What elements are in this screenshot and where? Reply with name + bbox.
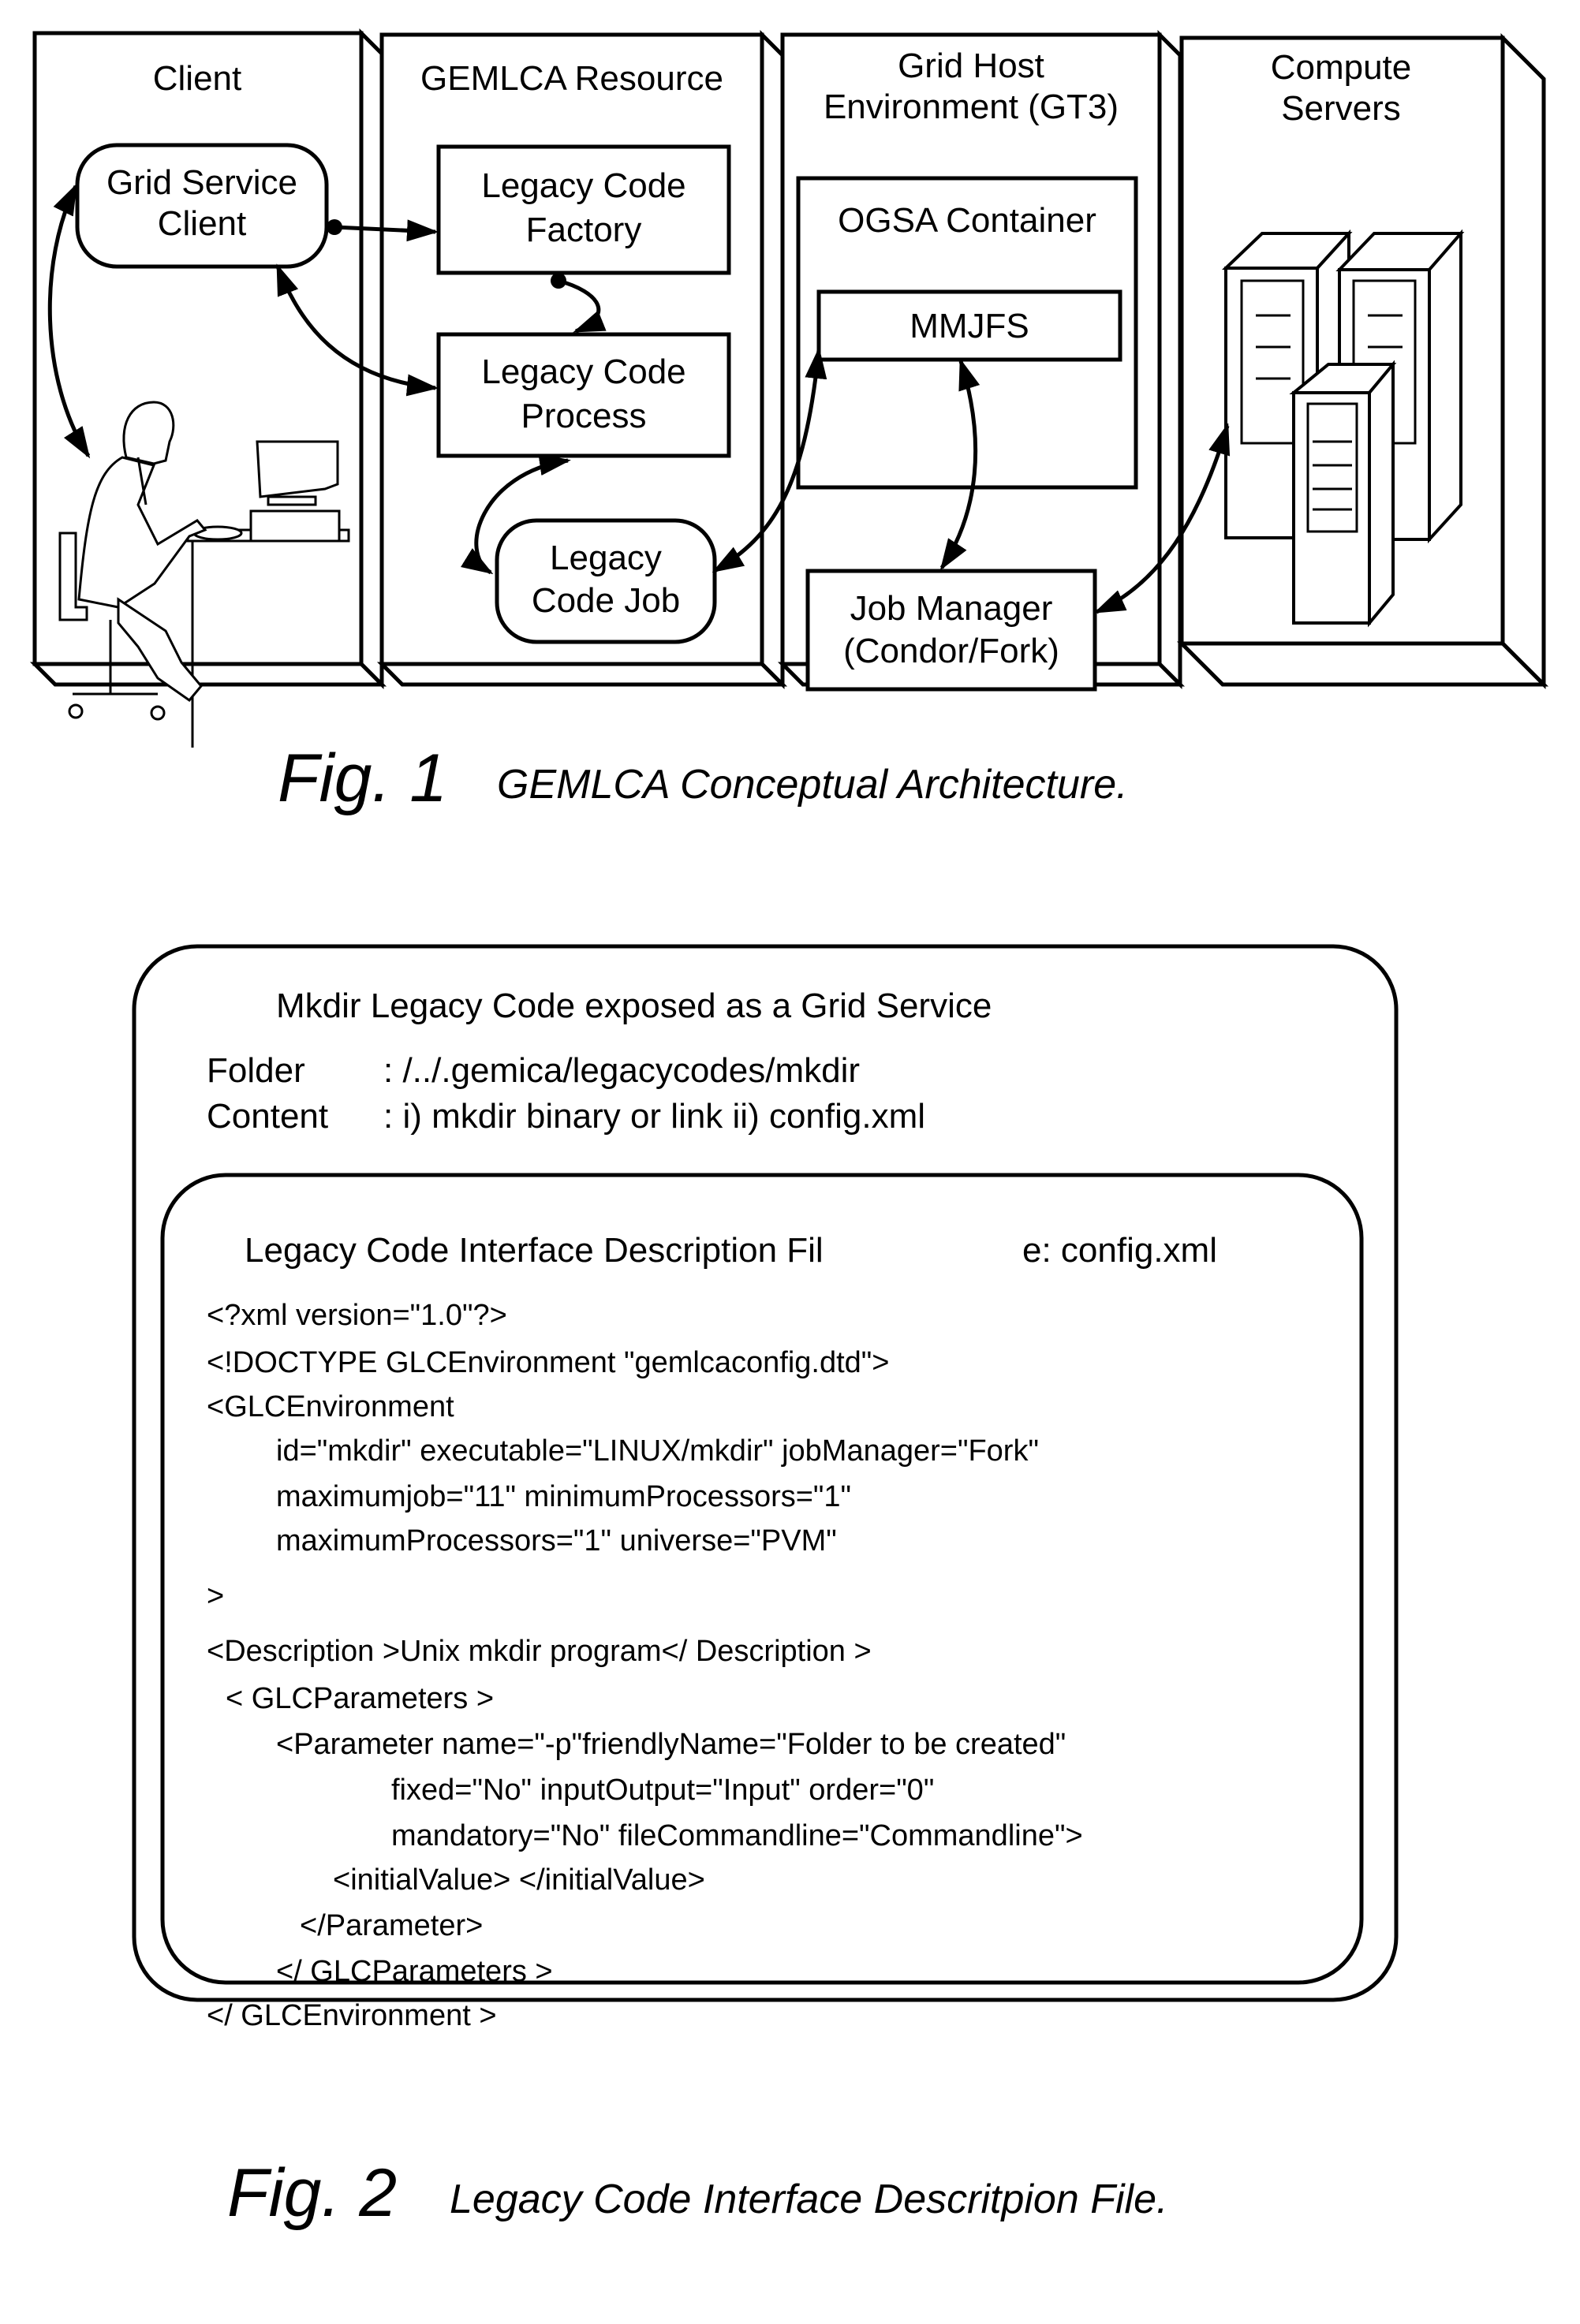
figure-2: Mkdir Legacy Code exposed as a Grid Serv… bbox=[132, 944, 1399, 2231]
node-mmjfs: MMJFS bbox=[816, 289, 1122, 362]
code-line: <initialValue> </initialValue> bbox=[333, 1863, 705, 1897]
code-line: <Parameter name="-p"friendlyName="Folder… bbox=[276, 1728, 1066, 1761]
svg-text:OGSA Container: OGSA Container bbox=[838, 201, 1096, 240]
inner-title-left: Legacy Code Interface Description Fil bbox=[245, 1231, 824, 1270]
column-title-line-2: Environment (GT3) bbox=[824, 88, 1119, 126]
code-line: < GLCParameters > bbox=[226, 1682, 494, 1715]
node-job-manager: Job Manager (Condor/Fork) bbox=[805, 569, 1097, 692]
figure-1-caption: Fig. 1 GEMLCA Conceptual Architecture. bbox=[278, 740, 1128, 816]
column-title-line-1: Grid Host bbox=[898, 47, 1044, 85]
code-line: <Description >Unix mkdir program</ Descr… bbox=[207, 1635, 872, 1668]
figure-2-caption: Fig. 2 Legacy Code Interface Descritpion… bbox=[227, 2155, 1167, 2231]
content-value: : i) mkdir binary or link ii) config.xml bbox=[383, 1097, 925, 1136]
figure-1: Client GEMLCA Resource Grid Host Environ… bbox=[29, 28, 1549, 816]
figure-canvas: Client GEMLCA Resource Grid Host Environ… bbox=[29, 28, 1549, 2231]
caption-text: Legacy Code Interface Descritpion File. bbox=[450, 2177, 1167, 2222]
svg-text:Legacy: Legacy bbox=[550, 539, 662, 577]
code-line: maximumProcessors="1" universe="PVM" bbox=[276, 1524, 837, 1557]
caption-number: Fig. 1 bbox=[278, 740, 447, 816]
node-grid-service-client: Grid Service Client bbox=[75, 143, 329, 269]
svg-text:Factory: Factory bbox=[526, 211, 642, 249]
folder-label: Folder bbox=[207, 1051, 305, 1090]
column-title: Client bbox=[153, 59, 242, 98]
svg-text:Job Manager: Job Manager bbox=[850, 589, 1053, 628]
content-label: Content bbox=[207, 1097, 328, 1136]
svg-text:Legacy Code: Legacy Code bbox=[481, 166, 685, 205]
column-title-line-1: Compute bbox=[1271, 48, 1412, 87]
caption-text: GEMLCA Conceptual Architecture. bbox=[497, 762, 1128, 808]
caption-number: Fig. 2 bbox=[227, 2155, 397, 2231]
code-line: <?xml version="1.0"?> bbox=[207, 1299, 507, 1332]
column-base bbox=[29, 662, 387, 687]
column-side bbox=[359, 28, 384, 690]
node-legacy-code-job: Legacy Code Job bbox=[495, 518, 717, 644]
code-line: <!DOCTYPE GLCEnvironment "gemlcaconfig.d… bbox=[207, 1346, 889, 1379]
svg-text:(Condor/Fork): (Condor/Fork) bbox=[843, 632, 1059, 670]
svg-text:Client: Client bbox=[158, 204, 247, 243]
outer-title: Mkdir Legacy Code exposed as a Grid Serv… bbox=[276, 987, 992, 1025]
code-line: </ GLCParameters > bbox=[276, 1955, 553, 1988]
code-line: mandatory="No" fileCommandline="Commandl… bbox=[391, 1819, 1083, 1852]
inner-title-right: e: config.xml bbox=[1022, 1231, 1217, 1270]
code-line: </Parameter> bbox=[300, 1909, 483, 1942]
code-line: maximumjob="11" minimumProcessors="1" bbox=[276, 1480, 851, 1513]
column-title-line-2: Servers bbox=[1281, 89, 1401, 128]
svg-text:Code Job: Code Job bbox=[532, 581, 680, 620]
svg-text:Legacy Code: Legacy Code bbox=[481, 353, 685, 391]
folder-value: : /../.gemica/legacycodes/mkdir bbox=[383, 1051, 860, 1090]
svg-text:MMJFS: MMJFS bbox=[910, 307, 1029, 345]
inner-box bbox=[160, 1173, 1364, 1985]
code-line: <GLCEnvironment bbox=[207, 1390, 454, 1423]
code-line: id="mkdir" executable="LINUX/mkdir" jobM… bbox=[276, 1434, 1039, 1468]
code-line: </ GLCEnvironment > bbox=[207, 1999, 497, 2032]
column-title: GEMLCA Resource bbox=[420, 59, 723, 98]
node-legacy-code-process: Legacy Code Process bbox=[436, 332, 731, 458]
node-legacy-code-factory: Legacy Code Factory bbox=[436, 144, 731, 275]
svg-text:Process: Process bbox=[521, 397, 647, 435]
code-line: > bbox=[207, 1580, 224, 1613]
code-line: fixed="No" inputOutput="Input" order="0" bbox=[391, 1774, 934, 1807]
svg-text:Grid Service: Grid Service bbox=[106, 163, 297, 202]
